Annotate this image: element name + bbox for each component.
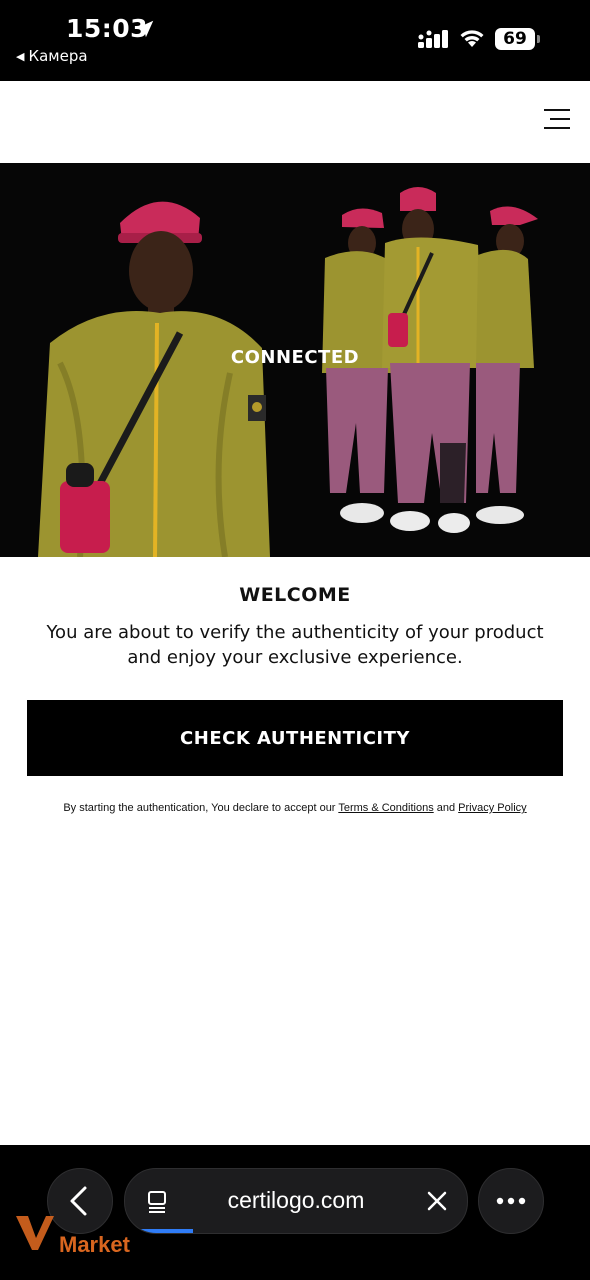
watermark-v-icon bbox=[16, 1216, 54, 1250]
privacy-policy-link[interactable]: Privacy Policy bbox=[458, 802, 526, 814]
url-text[interactable]: certilogo.com bbox=[125, 1187, 467, 1214]
terms-conditions-link[interactable]: Terms & Conditions bbox=[338, 802, 433, 814]
legal-disclaimer: By starting the authentication, You decl… bbox=[0, 802, 590, 814]
check-authenticity-button[interactable]: CHECK AUTHENTICITY bbox=[27, 700, 563, 776]
back-to-app-link[interactable]: ◀ Камера bbox=[16, 47, 88, 65]
close-icon[interactable] bbox=[426, 1190, 448, 1212]
wifi-icon bbox=[460, 30, 484, 47]
watermark-logo: Market bbox=[14, 1212, 144, 1257]
disclaimer-prefix: By starting the authentication, You decl… bbox=[63, 802, 339, 814]
hero-label: CONNECTED bbox=[230, 347, 360, 368]
web-page: CONNECTED WELCOME You are about to verif… bbox=[0, 81, 590, 1145]
location-arrow-icon bbox=[136, 20, 154, 38]
battery-tip bbox=[537, 35, 540, 43]
more-options-button[interactable] bbox=[478, 1168, 544, 1234]
welcome-title: WELCOME bbox=[239, 584, 351, 606]
cellular-signal-icon bbox=[418, 30, 448, 48]
back-app-label: Камера bbox=[28, 47, 88, 65]
battery-indicator: 69 bbox=[495, 28, 535, 50]
address-bar[interactable]: certilogo.com bbox=[124, 1168, 468, 1234]
watermark-text: Market bbox=[59, 1232, 130, 1257]
back-triangle-icon: ◀ bbox=[16, 49, 25, 63]
ellipsis-icon bbox=[496, 1197, 526, 1205]
welcome-description: You are about to verify the authenticity… bbox=[46, 622, 544, 668]
disclaimer-and: and bbox=[433, 802, 459, 814]
status-bar: 15:03 ◀ Камера 69 bbox=[0, 0, 590, 81]
hero-banner: CONNECTED bbox=[0, 163, 590, 557]
site-header bbox=[0, 81, 590, 163]
hamburger-menu-icon[interactable] bbox=[540, 109, 570, 131]
